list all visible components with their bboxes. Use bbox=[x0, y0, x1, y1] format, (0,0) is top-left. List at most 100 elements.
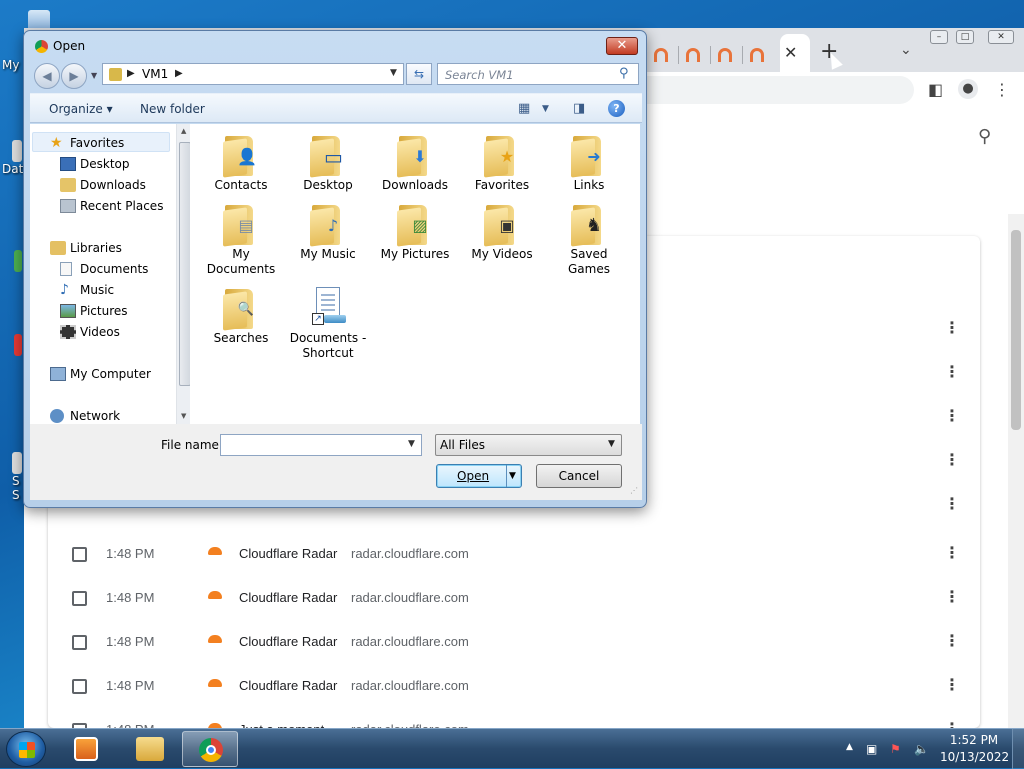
clock-date[interactable]: 10/13/2022 bbox=[940, 750, 1009, 764]
file-item-downloads[interactable]: ⬇ Downloads bbox=[376, 132, 454, 193]
file-item-saved-games[interactable]: ♞ Saved Games bbox=[550, 201, 628, 277]
tab-favicon-4[interactable] bbox=[750, 48, 764, 62]
change-view-icon[interactable]: ▦ bbox=[518, 101, 530, 116]
file-item-favorites[interactable]: ★ Favorites bbox=[463, 132, 541, 193]
dialog-close-button[interactable]: ✕ bbox=[606, 37, 638, 55]
app-desktop-icon[interactable] bbox=[14, 250, 22, 272]
profile-avatar-icon[interactable]: ● bbox=[958, 79, 978, 99]
address-dropdown-icon[interactable]: ▼ bbox=[390, 68, 397, 78]
file-item-my-videos[interactable]: ▣ My Videos bbox=[463, 201, 541, 262]
file-item-my-documents[interactable]: ▤ My Documents bbox=[202, 201, 280, 277]
resize-grip-icon[interactable]: ⋰ bbox=[630, 486, 638, 495]
history-search-icon[interactable]: ⚲ bbox=[978, 126, 991, 147]
back-button[interactable]: ◀ bbox=[34, 63, 60, 89]
row-checkbox[interactable] bbox=[72, 547, 87, 562]
tab-search-chevron-icon[interactable]: ⌄ bbox=[900, 42, 912, 58]
file-item-searches[interactable]: 🔍 Searches bbox=[202, 285, 280, 346]
row-more-icon[interactable]: ⋮ bbox=[944, 362, 960, 381]
browser-menu-icon[interactable]: ⋮ bbox=[994, 80, 1010, 99]
breadcrumb-arrow-icon[interactable]: ▶ bbox=[127, 68, 135, 79]
history-row[interactable]: 1:48 PM Cloudflare Radar radar.cloudflar… bbox=[48, 533, 980, 577]
row-more-icon[interactable]: ⋮ bbox=[944, 318, 960, 337]
row-time: 1:48 PM bbox=[106, 546, 155, 561]
row-more-icon[interactable]: ⋮ bbox=[944, 406, 960, 425]
window-close-button[interactable]: ✕ bbox=[988, 30, 1014, 44]
history-row[interactable]: 1:48 PM Cloudflare Radar radar.cloudflar… bbox=[48, 665, 980, 709]
row-title[interactable]: Cloudflare Radar bbox=[239, 678, 337, 693]
tab-close-icon[interactable]: ✕ bbox=[784, 43, 797, 62]
shortcut-desktop-icon[interactable] bbox=[12, 452, 22, 474]
start-button[interactable] bbox=[6, 731, 46, 767]
taskbar-explorer[interactable] bbox=[122, 731, 178, 767]
forward-button[interactable]: ▶ bbox=[61, 63, 87, 89]
tab-favicon-1[interactable] bbox=[654, 48, 668, 62]
file-type-select[interactable]: All Files ▼ bbox=[435, 434, 622, 456]
breadcrumb-arrow-icon[interactable]: ▶ bbox=[175, 68, 183, 79]
data-desktop-icon[interactable] bbox=[12, 140, 22, 162]
file-type-dropdown-icon[interactable]: ▼ bbox=[608, 439, 615, 449]
row-more-icon[interactable]: ⋮ bbox=[944, 587, 960, 606]
file-type-value: All Files bbox=[440, 438, 486, 452]
side-panel-icon[interactable]: ◧ bbox=[928, 80, 943, 99]
searches-icon: 🔍 bbox=[223, 285, 259, 331]
clock-time[interactable]: 1:52 PM bbox=[946, 733, 1002, 747]
row-more-icon[interactable]: ⋮ bbox=[944, 450, 960, 469]
history-row[interactable]: 1:48 PM Cloudflare Radar radar.cloudflar… bbox=[48, 577, 980, 621]
file-name: Desktop bbox=[303, 178, 353, 192]
nav-label: Libraries bbox=[70, 241, 122, 255]
file-name-input[interactable]: ▼ bbox=[220, 434, 422, 456]
tab-favicon-2[interactable] bbox=[686, 48, 700, 62]
row-more-icon[interactable]: ⋮ bbox=[944, 631, 960, 650]
network-tray-icon[interactable]: ▣ bbox=[866, 742, 877, 756]
desktop-label-s1: S bbox=[12, 474, 20, 488]
show-hidden-icons-icon[interactable]: ▲ bbox=[846, 742, 853, 752]
show-desktop-button[interactable] bbox=[1012, 729, 1024, 769]
file-item-contacts[interactable]: 👤 Contacts bbox=[202, 132, 280, 193]
videos-icon: ▣ bbox=[484, 201, 520, 247]
omnibox[interactable] bbox=[624, 76, 914, 104]
file-name-dropdown-icon[interactable]: ▼ bbox=[408, 439, 415, 449]
row-checkbox[interactable] bbox=[72, 635, 87, 650]
taskbar-chrome[interactable] bbox=[182, 731, 238, 767]
tab-favicon-3[interactable] bbox=[718, 48, 732, 62]
file-item-links[interactable]: ➜ Links bbox=[550, 132, 628, 193]
row-checkbox[interactable] bbox=[72, 679, 87, 694]
row-title[interactable]: Cloudflare Radar bbox=[239, 546, 337, 561]
cancel-button[interactable]: Cancel bbox=[536, 464, 622, 488]
row-more-icon[interactable]: ⋮ bbox=[944, 494, 960, 513]
help-icon[interactable]: ? bbox=[608, 100, 625, 117]
page-scrollbar[interactable] bbox=[1008, 214, 1024, 728]
row-more-icon[interactable]: ⋮ bbox=[944, 675, 960, 694]
organize-button[interactable]: Organize ▾ bbox=[49, 102, 113, 116]
row-checkbox[interactable] bbox=[72, 591, 87, 606]
breadcrumb-vm1[interactable]: VM1 bbox=[142, 67, 168, 81]
view-dropdown-icon[interactable]: ▼ bbox=[542, 104, 549, 114]
desktop-icon: ▭ bbox=[310, 132, 346, 178]
open-button[interactable]: Open ▼ bbox=[436, 464, 522, 488]
file-item-my-music[interactable]: ♪ My Music bbox=[289, 201, 367, 262]
minimize-button[interactable]: – bbox=[930, 30, 948, 44]
search-input[interactable]: Search VM1 ⚲ bbox=[437, 63, 639, 85]
row-more-icon[interactable]: ⋮ bbox=[944, 543, 960, 562]
scroll-up-icon[interactable]: ▲ bbox=[181, 127, 186, 135]
address-bar[interactable]: ▶ VM1 ▶ ▼ bbox=[102, 63, 404, 85]
recent-locations-chevron-icon[interactable]: ▼ bbox=[91, 71, 97, 80]
history-row[interactable]: 1:48 PM Cloudflare Radar radar.cloudflar… bbox=[48, 621, 980, 665]
action-center-icon[interactable]: ⚑ bbox=[890, 742, 901, 756]
row-title[interactable]: Cloudflare Radar bbox=[239, 590, 337, 605]
file-item-documents-shortcut[interactable]: ↗ Documents - Shortcut bbox=[289, 285, 367, 361]
search-icon[interactable]: ⚲ bbox=[619, 66, 629, 81]
pictures-icon bbox=[60, 304, 76, 318]
file-item-desktop[interactable]: ▭ Desktop bbox=[289, 132, 367, 193]
row-title[interactable]: Cloudflare Radar bbox=[239, 634, 337, 649]
file-item-my-pictures[interactable]: ▨ My Pictures bbox=[376, 201, 454, 262]
scroll-down-icon[interactable]: ▼ bbox=[181, 412, 186, 420]
refresh-button[interactable]: ⇆ bbox=[406, 63, 432, 85]
chrome-desktop-icon[interactable] bbox=[14, 334, 22, 356]
maximize-button[interactable]: □ bbox=[956, 30, 974, 44]
volume-icon[interactable]: 🔈 bbox=[914, 742, 929, 756]
new-folder-button[interactable]: New folder bbox=[140, 102, 205, 116]
open-options-chevron-icon[interactable]: ▼ bbox=[509, 465, 516, 487]
preview-pane-icon[interactable]: ◨ bbox=[573, 101, 585, 116]
taskbar-media-player[interactable] bbox=[58, 731, 114, 767]
